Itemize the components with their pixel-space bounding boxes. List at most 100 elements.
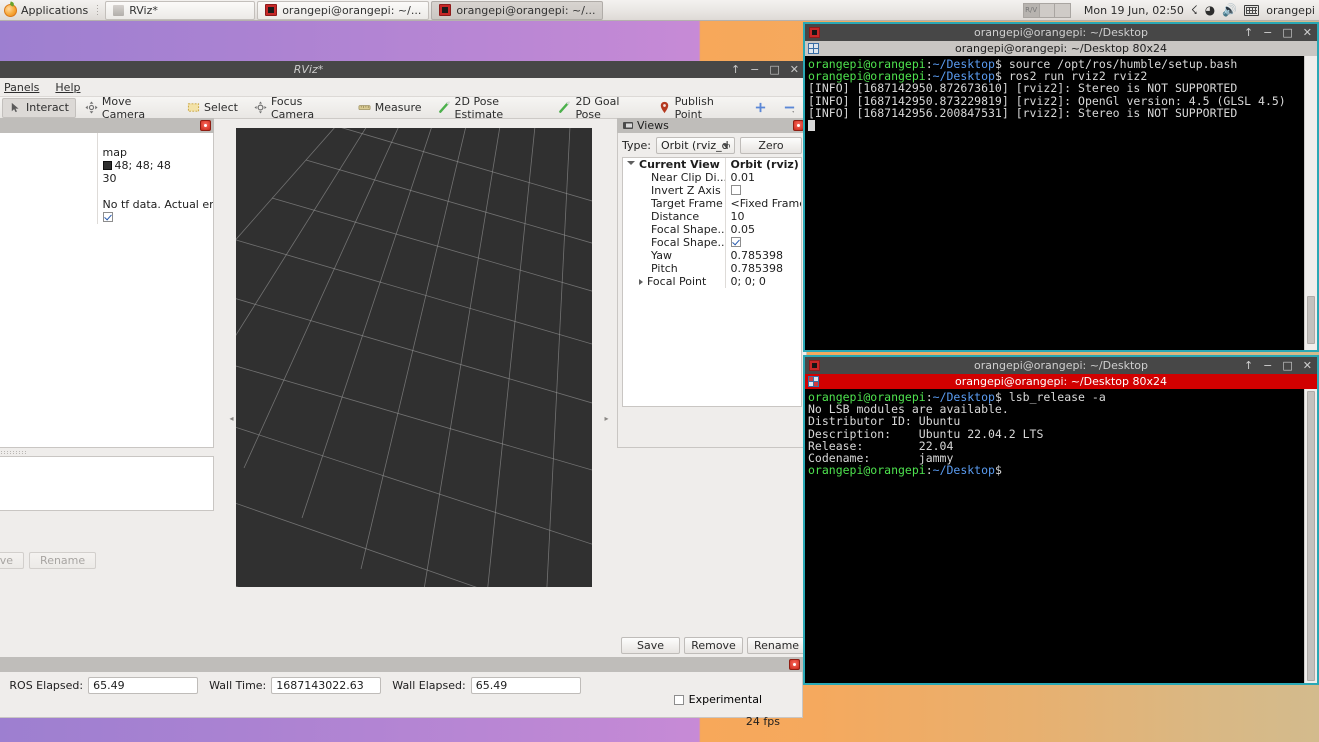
displays-property-tree[interactable]: Global Options Fixed Frame map Backgroun… — [0, 133, 214, 448]
taskbar-item-terminal-1[interactable]: orangepi@orangepi: ~/... — [257, 1, 429, 20]
shade-button[interactable]: ↑ — [1244, 359, 1253, 372]
table-row[interactable]: Current View Orbit (rviz) — [623, 158, 801, 171]
save-view-button[interactable]: Save — [621, 637, 680, 654]
right-splitter-handle[interactable]: ▸ — [602, 189, 611, 648]
tool-focus-camera[interactable]: Focus Camera — [247, 98, 349, 118]
property-value[interactable]: map — [103, 146, 127, 159]
rename-button[interactable]: Rename — [29, 552, 96, 569]
terminal-bottom-tabbar[interactable]: orangepi@orangepi: ~/Desktop 80x24 — [805, 374, 1317, 389]
keyboard-layout-icon[interactable] — [1244, 5, 1259, 16]
maximize-button[interactable]: □ — [1282, 359, 1292, 372]
minimize-button[interactable]: − — [750, 63, 759, 76]
terminal-top-screen[interactable]: orangepi@orangepi:~/Desktop$ source /opt… — [805, 56, 1317, 350]
property-value[interactable]: 48; 48; 48 — [115, 159, 171, 172]
table-row[interactable]: Fixed Frame map — [0, 146, 213, 159]
wifi-icon[interactable]: ◕ — [1205, 4, 1215, 16]
table-row[interactable]: Frame Rate 30 — [0, 172, 213, 185]
shade-button[interactable]: ↑ — [731, 63, 740, 76]
expander-icon[interactable] — [639, 279, 643, 285]
rviz-titlebar[interactable]: RViz* ↑ − □ ✕ — [0, 61, 803, 78]
tool-interact[interactable]: Interact — [2, 98, 76, 118]
workspace-3[interactable] — [1055, 4, 1070, 17]
taskbar-item-rviz[interactable]: RViz* — [105, 1, 255, 20]
property-value[interactable]: 0.05 — [731, 223, 756, 236]
ros-elapsed-field[interactable]: 65.49 — [88, 677, 198, 694]
zero-button[interactable]: Zero — [740, 137, 802, 154]
displays-panel-header[interactable]: Displays — [0, 118, 214, 133]
terminal-top-scrollbar[interactable] — [1304, 56, 1317, 350]
remove-button[interactable]: Remove — [0, 552, 24, 569]
experimental-checkbox[interactable] — [674, 695, 684, 705]
property-value[interactable]: 30 — [103, 172, 117, 185]
applications-menu-button[interactable]: Applications — [0, 0, 93, 21]
panel-resize-grip[interactable] — [0, 448, 214, 456]
close-button[interactable]: ✕ — [790, 63, 799, 76]
table-row[interactable]: Target Frame <Fixed Frame> — [623, 197, 801, 210]
close-icon[interactable] — [200, 120, 211, 131]
view-type-select[interactable]: Orbit (rviz_default_plugins) — [656, 137, 735, 154]
maximize-button[interactable]: □ — [769, 63, 779, 76]
user-menu-label[interactable]: orangepi — [1266, 4, 1315, 17]
shade-button[interactable]: ↑ — [1244, 26, 1253, 39]
terminal-top-tabbar[interactable]: orangepi@orangepi: ~/Desktop 80x24 — [805, 41, 1317, 56]
workspace-2[interactable] — [1040, 4, 1056, 17]
invert-z-axis-checkbox[interactable] — [731, 185, 741, 195]
views-panel-header[interactable]: Views — [617, 118, 807, 133]
tool-publish-point[interactable]: Publish Point — [651, 98, 745, 118]
table-row[interactable]: Focal Point 0; 0; 0 — [623, 275, 801, 288]
table-row[interactable]: Focal Shape... 0.05 — [623, 223, 801, 236]
table-row[interactable]: Yaw 0.785398 — [623, 249, 801, 262]
render-viewport-3d[interactable] — [236, 128, 592, 587]
terminal-top-titlebar[interactable]: orangepi@orangepi: ~/Desktop ↑ − □ ✕ — [805, 24, 1317, 41]
table-row[interactable]: Near Clip Di... 0.01 — [623, 171, 801, 184]
views-property-tree[interactable]: Current View Orbit (rviz) Near Clip Di..… — [622, 157, 802, 407]
close-button[interactable]: ✕ — [1303, 26, 1312, 39]
enable-checkbox[interactable] — [103, 212, 113, 222]
expander-icon[interactable] — [627, 161, 635, 168]
table-row[interactable]: Grid — [0, 211, 213, 224]
remove-view-button[interactable]: Remove — [684, 637, 743, 654]
menu-help[interactable]: Help — [55, 81, 80, 94]
property-value[interactable]: 0.785398 — [731, 262, 784, 275]
property-value[interactable]: 0.01 — [731, 171, 756, 184]
property-value[interactable]: 10 — [731, 210, 745, 223]
close-icon[interactable] — [789, 659, 800, 670]
tool-2d-pose-estimate[interactable]: 2D Pose Estimate — [431, 98, 550, 118]
bluetooth-icon[interactable]: ☇ — [1191, 4, 1198, 16]
table-row[interactable]: Invert Z Axis — [623, 184, 801, 197]
left-splitter-handle[interactable]: ◂ — [227, 189, 236, 648]
tool-add-tool[interactable] — [747, 98, 774, 118]
table-row[interactable]: Background Color 48; 48; 48 — [0, 159, 213, 172]
clock[interactable]: Mon 19 Jun, 02:50 — [1084, 4, 1184, 17]
table-row[interactable]: Global Options — [0, 133, 213, 146]
close-button[interactable]: ✕ — [1303, 359, 1312, 372]
volume-icon[interactable]: 🔊 — [1222, 4, 1237, 16]
focal-shape-fixed-size-checkbox[interactable] — [731, 237, 741, 247]
maximize-button[interactable]: □ — [1282, 26, 1292, 39]
table-row[interactable]: Focal Shape... — [623, 236, 801, 249]
tool-remove-tool[interactable] — [776, 98, 803, 118]
tool-select[interactable]: Select — [180, 98, 245, 118]
tool-2d-goal-pose[interactable]: 2D Goal Pose — [551, 98, 648, 118]
tool-move-camera[interactable]: Move Camera — [78, 98, 178, 118]
workspace-1[interactable]: R/V — [1024, 4, 1040, 17]
tool-measure[interactable]: Measure — [351, 98, 429, 118]
property-value[interactable]: <Fixed Frame> — [731, 197, 802, 210]
wall-time-field[interactable]: 1687143022.63 — [271, 677, 381, 694]
table-row[interactable]: Global Status: Warn — [0, 185, 213, 198]
terminal-bottom-screen[interactable]: orangepi@orangepi:~/Desktop$ lsb_release… — [805, 389, 1317, 683]
minimize-button[interactable]: − — [1263, 359, 1272, 372]
taskbar-item-terminal-2[interactable]: orangepi@orangepi: ~/... — [431, 1, 603, 20]
menu-panels[interactable]: Panels — [4, 81, 39, 94]
experimental-toggle[interactable]: Experimental — [674, 693, 762, 706]
table-row[interactable]: Distance 10 — [623, 210, 801, 223]
terminal-bottom-scrollbar[interactable] — [1304, 389, 1317, 683]
table-row[interactable]: Pitch 0.785398 — [623, 262, 801, 275]
rename-view-button[interactable]: Rename — [747, 637, 806, 654]
table-row[interactable]: Fixed Frame No tf data. Actual error: ..… — [0, 198, 213, 211]
property-value[interactable]: 0; 0; 0 — [731, 275, 766, 288]
property-value[interactable]: 0.785398 — [731, 249, 784, 262]
minimize-button[interactable]: − — [1263, 26, 1272, 39]
scrollbar-thumb[interactable] — [1307, 391, 1315, 681]
time-panel-header[interactable]: Time — [0, 657, 803, 672]
